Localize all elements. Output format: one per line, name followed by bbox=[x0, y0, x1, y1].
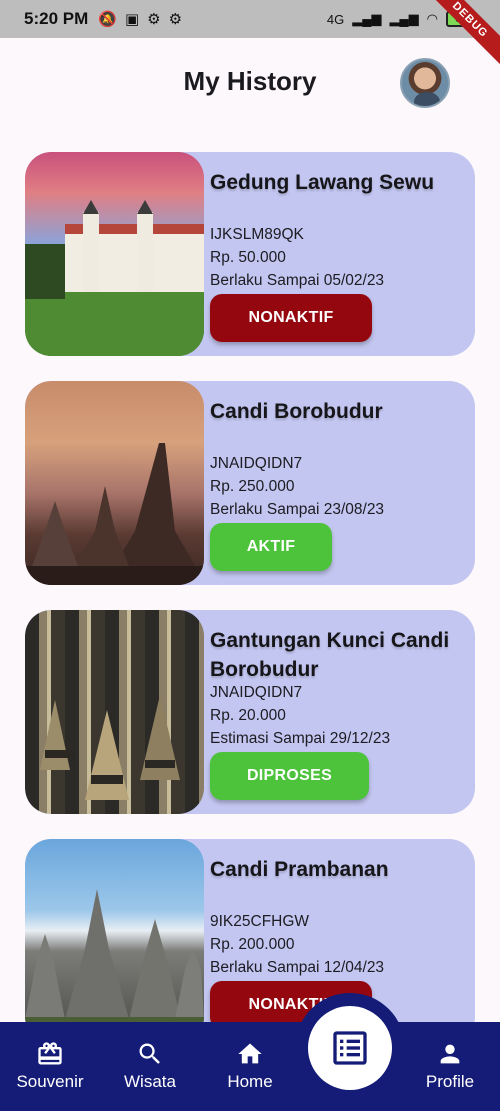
status-button[interactable]: NONAKTIF bbox=[210, 294, 372, 342]
item-price: Rp. 250.000 bbox=[210, 478, 295, 495]
nav-label: Wisata bbox=[124, 1072, 176, 1091]
gear-icon: ⚙ bbox=[168, 11, 183, 28]
history-card[interactable]: Gantungan Kunci Candi Borobudur JNAIDQID… bbox=[25, 610, 475, 814]
person-icon bbox=[440, 1044, 460, 1064]
item-title: Candi Borobudur bbox=[210, 400, 383, 423]
item-validity: Berlaku Sampai 12/04/23 bbox=[210, 959, 385, 976]
wifi-icon: ◠ bbox=[426, 11, 438, 26]
history-fab-button[interactable] bbox=[308, 1006, 392, 1090]
history-card[interactable]: Candi Prambanan 9IK25CFHGW Rp. 200.000 B… bbox=[25, 839, 475, 1043]
item-title: Candi Prambanan bbox=[210, 858, 389, 881]
nav-item-home[interactable]: Home bbox=[205, 1040, 295, 1092]
status-button[interactable]: DIPROSES bbox=[210, 752, 369, 800]
home-icon bbox=[238, 1043, 262, 1064]
keychain-image bbox=[25, 610, 204, 814]
signal-icon-2: ▂▄▆ bbox=[389, 11, 419, 26]
status-notification-icons: 🔕 ▣ ⚙ ⚙ bbox=[98, 10, 182, 28]
item-code: IJKSLM89QK bbox=[210, 226, 304, 243]
item-validity: Estimasi Sampai 29/12/23 bbox=[210, 730, 391, 747]
item-title: Gedung Lawang Sewu bbox=[210, 171, 435, 194]
item-validity: Berlaku Sampai 05/02/23 bbox=[210, 272, 385, 289]
nav-label: Profile bbox=[425, 1072, 475, 1091]
item-code: JNAIDQIDN7 bbox=[210, 684, 303, 701]
mute-icon: 🔕 bbox=[98, 11, 117, 28]
search-icon bbox=[139, 1043, 160, 1064]
item-price: Rp. 20.000 bbox=[210, 707, 286, 724]
nav-item-profile[interactable]: Profile bbox=[405, 1040, 495, 1092]
nav-item-souvenir[interactable]: Souvenir bbox=[5, 1040, 95, 1092]
item-title: Gantungan Kunci Candi Borobudur bbox=[210, 629, 450, 681]
status-time: 5:20 PM bbox=[24, 9, 89, 28]
network-type: 4G bbox=[326, 11, 345, 27]
nav-item-wisata[interactable]: Wisata bbox=[105, 1040, 195, 1092]
item-code: 9IK25CFHGW bbox=[210, 913, 310, 930]
item-price: Rp. 200.000 bbox=[210, 936, 295, 953]
gift-icon bbox=[38, 1042, 62, 1065]
nav-label: Souvenir bbox=[16, 1072, 84, 1091]
item-validity: Berlaku Sampai 23/08/23 bbox=[210, 501, 385, 518]
lawang-sewu-image bbox=[25, 152, 204, 356]
bottom-navigation: Souvenir Wisata Home Profile bbox=[0, 1022, 500, 1111]
history-card[interactable]: Candi Borobudur JNAIDQIDN7 Rp. 250.000 B… bbox=[25, 381, 475, 585]
prambanan-image bbox=[25, 839, 204, 1043]
avatar[interactable] bbox=[400, 58, 450, 108]
signal-icon: ▂▄▆ bbox=[352, 11, 382, 26]
status-bar: 5:20 PM 🔕 ▣ ⚙ ⚙ 4G ▂▄▆ ▂▄▆ ◠ 88 bbox=[0, 0, 500, 38]
borobudur-image bbox=[25, 381, 204, 585]
nav-label: Home bbox=[227, 1072, 273, 1091]
settings-icon: ⚙ bbox=[147, 11, 161, 28]
shop-icon: ▣ bbox=[124, 11, 140, 28]
history-list-icon bbox=[333, 1031, 367, 1065]
status-button[interactable]: AKTIF bbox=[210, 523, 332, 571]
history-card[interactable]: Gedung Lawang Sewu IJKSLM89QK Rp. 50.000… bbox=[25, 152, 475, 356]
item-code: JNAIDQIDN7 bbox=[210, 455, 303, 472]
item-price: Rp. 50.000 bbox=[210, 249, 286, 266]
